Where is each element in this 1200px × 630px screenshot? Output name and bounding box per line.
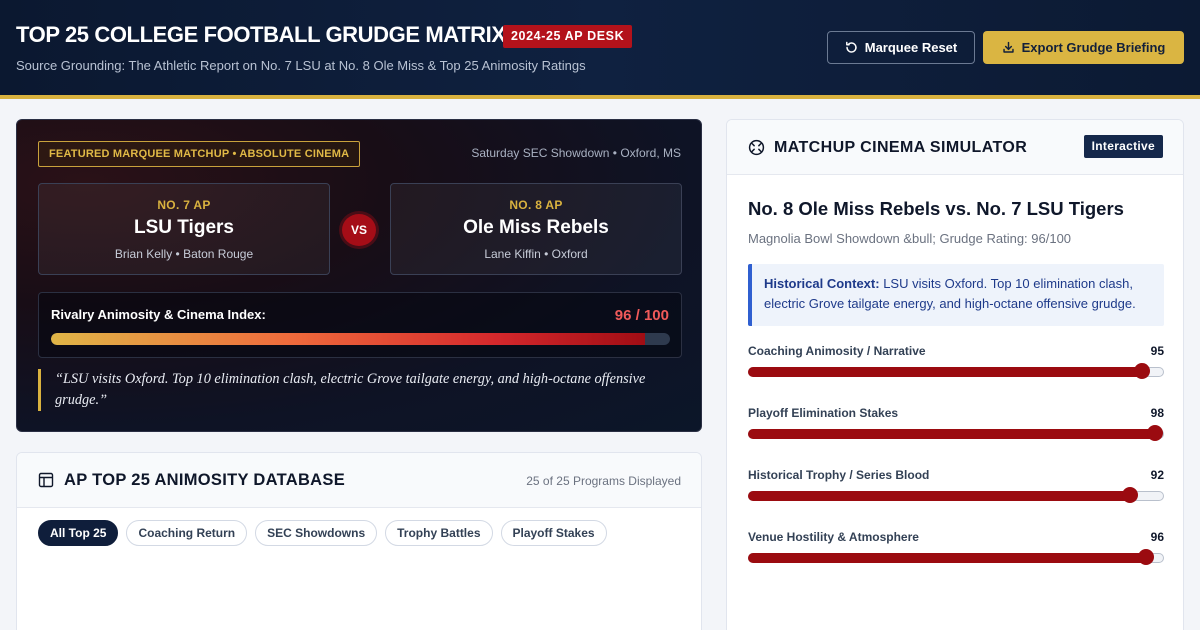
historical-context-label: Historical Context: — [764, 276, 880, 291]
season-badge: 2024-25 AP DESK — [503, 25, 633, 48]
slider-playoff-stakes: Playoff Elimination Stakes 98 — [748, 406, 1164, 441]
source-subtitle: Source Grounding: The Athletic Report on… — [16, 58, 586, 73]
team-meta: Lane Kiffin • Oxford — [484, 247, 588, 261]
slider-fill — [748, 367, 1143, 377]
simulator-title: MATCHUP CINEMA SIMULATOR — [774, 139, 1028, 156]
slider-fill — [748, 491, 1130, 501]
team-rank: NO. 7 AP — [157, 198, 211, 212]
slider-label: Historical Trophy / Series Blood — [748, 468, 930, 482]
marquee-reset-label: Marquee Reset — [864, 40, 958, 55]
filter-chip-coaching-return[interactable]: Coaching Return — [126, 520, 248, 546]
filter-chip-trophy-battles[interactable]: Trophy Battles — [385, 520, 493, 546]
page-title: TOP 25 COLLEGE FOOTBALL GRUDGE MATRIX — [16, 22, 506, 47]
slider-thumb[interactable] — [1134, 363, 1151, 379]
historical-context-box: Historical Context: LSU visits Oxford. T… — [748, 264, 1164, 326]
slider-value: 98 — [1150, 406, 1164, 420]
export-briefing-label: Export Grudge Briefing — [1021, 40, 1166, 55]
team-rank: NO. 8 AP — [509, 198, 563, 212]
vs-badge: VS — [342, 214, 376, 246]
animosity-index-score: 96 / 100 — [614, 307, 669, 324]
featured-tag: FEATURED MARQUEE MATCHUP • ABSOLUTE CINE… — [38, 141, 361, 167]
download-icon — [1002, 41, 1014, 53]
slider-fill — [748, 553, 1147, 563]
slider-value: 95 — [1150, 344, 1164, 358]
slider-thumb[interactable] — [1121, 487, 1138, 503]
slider-track[interactable] — [748, 549, 1164, 565]
marquee-reset-button[interactable]: Marquee Reset — [827, 31, 975, 64]
slider-coaching-animosity: Coaching Animosity / Narrative 95 — [748, 344, 1164, 379]
export-briefing-button[interactable]: Export Grudge Briefing — [983, 31, 1184, 64]
database-header: AP TOP 25 ANIMOSITY DATABASE 25 of 25 Pr… — [17, 453, 701, 508]
slider-thumb[interactable] — [1138, 549, 1155, 565]
table-icon — [38, 472, 54, 488]
slider-thumb[interactable] — [1146, 425, 1163, 441]
slider-label: Coaching Animosity / Narrative — [748, 344, 926, 358]
slider-value: 92 — [1150, 468, 1164, 482]
slider-fill — [748, 429, 1155, 439]
slider-track[interactable] — [748, 487, 1164, 503]
matchup-quote: “LSU visits Oxford. Top 10 elimination c… — [38, 369, 658, 411]
slider-trophy-series: Historical Trophy / Series Blood 92 — [748, 468, 1164, 503]
database-title: AP TOP 25 ANIMOSITY DATABASE — [64, 471, 346, 489]
football-icon — [748, 139, 765, 156]
filter-chips: All Top 25 Coaching Return SEC Showdowns… — [38, 520, 607, 546]
top-header: TOP 25 COLLEGE FOOTBALL GRUDGE MATRIX 20… — [0, 0, 1200, 99]
team-meta: Brian Kelly • Baton Rouge — [114, 247, 254, 261]
refresh-icon — [845, 41, 857, 53]
animosity-index-bar — [51, 333, 670, 345]
matchup-simulator-card: MATCHUP CINEMA SIMULATOR Interactive No.… — [726, 119, 1184, 630]
slider-track[interactable] — [748, 425, 1164, 441]
team-name: Ole Miss Rebels — [463, 217, 609, 238]
team-card-ole-miss: NO. 8 AP Ole Miss Rebels Lane Kiffin • O… — [390, 183, 682, 275]
slider-track[interactable] — [748, 363, 1164, 379]
animosity-database-card: AP TOP 25 ANIMOSITY DATABASE 25 of 25 Pr… — [16, 452, 702, 630]
slider-value: 96 — [1150, 530, 1164, 544]
simulator-matchup-title: No. 8 Ole Miss Rebels vs. No. 7 LSU Tige… — [748, 198, 1124, 219]
simulator-subtitle: Magnolia Bowl Showdown &bull; Grudge Rat… — [748, 231, 1072, 246]
animosity-index-fill — [51, 333, 646, 345]
simulator-header: MATCHUP CINEMA SIMULATOR Interactive — [727, 120, 1183, 175]
slider-label: Venue Hostility & Atmosphere — [748, 530, 919, 544]
filter-chip-playoff-stakes[interactable]: Playoff Stakes — [500, 520, 607, 546]
interactive-badge: Interactive — [1083, 135, 1163, 158]
animosity-index-panel: Rivalry Animosity & Cinema Index: 96 / 1… — [38, 292, 682, 358]
filter-chip-all-top-25[interactable]: All Top 25 — [38, 520, 119, 546]
slider-label: Playoff Elimination Stakes — [748, 406, 899, 420]
featured-venue: Saturday SEC Showdown • Oxford, MS — [471, 146, 681, 160]
animosity-index-label: Rivalry Animosity & Cinema Index: — [51, 307, 266, 322]
slider-venue-hostility: Venue Hostility & Atmosphere 96 — [748, 530, 1164, 565]
filter-chip-sec-showdowns[interactable]: SEC Showdowns — [255, 520, 378, 546]
featured-matchup-card: FEATURED MARQUEE MATCHUP • ABSOLUTE CINE… — [16, 119, 702, 432]
database-count: 25 of 25 Programs Displayed — [526, 474, 681, 488]
team-card-lsu: NO. 7 AP LSU Tigers Brian Kelly • Baton … — [38, 183, 330, 275]
team-name: LSU Tigers — [134, 217, 234, 238]
